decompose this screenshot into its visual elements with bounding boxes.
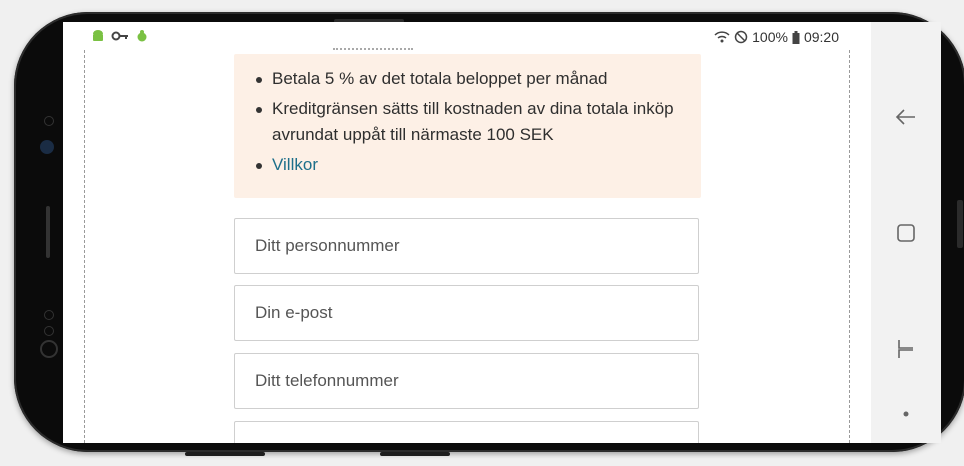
switch-apps-button[interactable]: [871, 334, 941, 364]
wifi-icon: [714, 31, 730, 43]
battery-percent: 100%: [752, 29, 788, 45]
dot-button[interactable]: [871, 402, 941, 426]
bixby-button: [185, 452, 265, 456]
key-icon: [111, 31, 128, 41]
phone-input[interactable]: [255, 371, 675, 391]
content-left-border: [84, 50, 85, 443]
iris-sensor: [40, 340, 58, 358]
power-button: [957, 200, 963, 248]
clock: 09:20: [803, 29, 839, 45]
content-right-border: [849, 50, 850, 443]
phone-field[interactable]: [234, 353, 699, 409]
dot-icon: [903, 411, 909, 417]
terms-link-item[interactable]: Villkor: [256, 152, 696, 178]
status-right: 100% 09:20: [714, 29, 839, 45]
email-input[interactable]: [255, 303, 675, 323]
email-field[interactable]: [234, 285, 699, 341]
recents-square-icon: [897, 224, 915, 242]
navigation-bar: [871, 22, 941, 443]
personnummer-input[interactable]: [255, 236, 675, 256]
proximity-sensor: [44, 310, 54, 320]
credit-info-box: Betala 5 % av det totala beloppet per må…: [234, 54, 701, 198]
recents-button[interactable]: [871, 218, 941, 248]
switch-apps-icon: [898, 340, 913, 358]
terms-link[interactable]: Villkor: [272, 155, 318, 174]
sensor-dot: [44, 116, 54, 126]
list-item: Betala 5 % av det totala beloppet per må…: [256, 66, 696, 92]
back-arrow-icon: [895, 109, 915, 125]
status-left-icons: [91, 29, 149, 43]
volume-button: [380, 452, 450, 456]
personnummer-field[interactable]: [234, 218, 699, 274]
bug-icon: [137, 30, 147, 42]
credit-info-list: Betala 5 % av det totala beloppet per må…: [256, 66, 696, 182]
next-field[interactable]: [234, 421, 699, 443]
status-bar: 100% 09:20: [63, 22, 871, 50]
android-icon: [93, 30, 103, 41]
battery-icon: [792, 30, 800, 44]
do-not-disturb-icon: [734, 30, 748, 44]
screen: 100% 09:20 Betala 5 % av det totala belo…: [63, 22, 871, 443]
list-item: Kreditgränsen sätts till kostnaden av di…: [256, 96, 696, 148]
back-button[interactable]: [871, 102, 941, 132]
front-camera: [40, 140, 54, 154]
light-sensor: [44, 326, 54, 336]
speaker-slot: [46, 206, 50, 258]
